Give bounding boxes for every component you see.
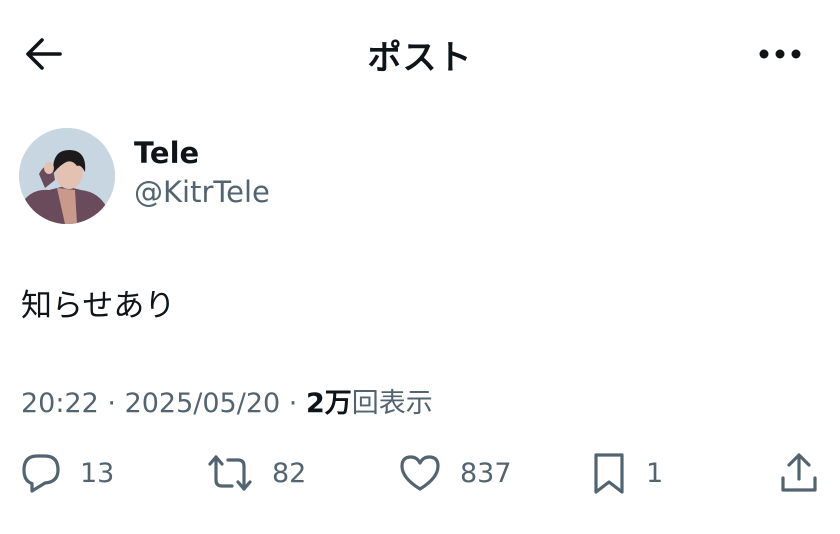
share-button[interactable]: [778, 448, 820, 498]
repost-count: 82: [272, 457, 307, 489]
bookmark-icon: [594, 453, 624, 494]
post-date[interactable]: 2025/05/20: [125, 388, 281, 419]
like-button[interactable]: 837: [398, 448, 512, 498]
like-count: 837: [460, 457, 512, 489]
repost-button[interactable]: 82: [206, 448, 306, 498]
reply-count: 13: [80, 457, 115, 489]
top-bar: ポスト: [0, 0, 840, 106]
meta-separator: ·: [98, 388, 125, 419]
post-text: 知らせあり: [21, 288, 176, 324]
heart-icon: [400, 455, 440, 491]
avatar-photo: [19, 128, 115, 224]
bookmark-count: 1: [646, 457, 664, 489]
avatar[interactable]: [19, 128, 115, 224]
post-meta: 20:22 · 2025/05/20 · 2万回表示: [21, 381, 433, 420]
action-bar: 13 82 837 1: [0, 448, 840, 498]
views-count: 2万: [305, 388, 352, 419]
share-icon: [781, 453, 817, 492]
meta-separator: ·: [280, 388, 306, 419]
page-title: ポスト: [367, 38, 473, 78]
repost-icon: [208, 455, 252, 491]
reply-icon: [22, 454, 60, 493]
more-horizontal-icon: [759, 49, 801, 59]
bookmark-button[interactable]: 1: [590, 448, 663, 498]
views-label: 回表示: [351, 388, 433, 419]
author-handle[interactable]: @KitrTele: [134, 175, 270, 209]
post-time[interactable]: 20:22: [21, 388, 99, 419]
more-button[interactable]: [756, 40, 804, 68]
reply-button[interactable]: 13: [20, 448, 114, 498]
author-display-name[interactable]: Tele: [134, 136, 199, 170]
